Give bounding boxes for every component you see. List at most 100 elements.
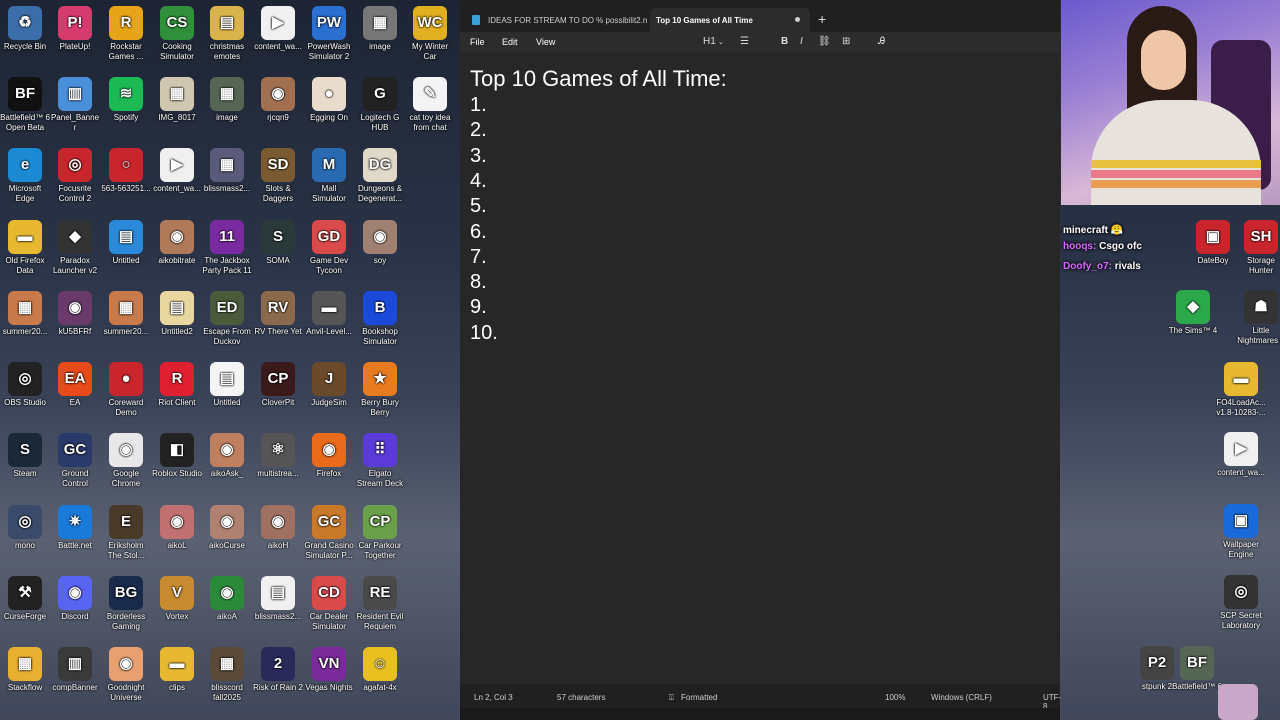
desktop-icon[interactable]: ▥ compBanner <box>50 647 100 693</box>
desktop-icon[interactable]: ◉ soy <box>355 220 405 266</box>
chevron-down-icon[interactable]: ⌄ <box>718 38 724 46</box>
desktop-icon[interactable]: ▣ DateBoy <box>1188 220 1238 266</box>
desktop-icon[interactable]: M Mall Simulator <box>304 148 354 204</box>
desktop-icon[interactable]: ○ 563-563251... <box>101 148 151 194</box>
desktop-icon[interactable]: GD Game Dev Tycoon <box>304 220 354 276</box>
desktop-icon[interactable]: ☗ Little Nightmares II <box>1236 290 1280 346</box>
desktop-icon[interactable]: ◧ Roblox Studio <box>152 433 202 479</box>
desktop-icon[interactable]: ▦ summer20... <box>0 291 50 337</box>
tab-top10[interactable]: Top 10 Games of All Time <box>650 8 810 32</box>
desktop-icon[interactable]: SH Storage Hunter <box>1236 220 1280 276</box>
desktop-icon[interactable]: ▤ Untitled2 <box>152 291 202 337</box>
desktop-icon[interactable]: ◉ aikoA <box>202 576 252 622</box>
desktop-icon[interactable]: ▦ summer20... <box>101 291 151 337</box>
desktop-icon[interactable]: CP Car Parkour Together <box>355 505 405 561</box>
desktop-icon[interactable]: ▶ content_wa... <box>253 6 303 52</box>
heading-dropdown[interactable]: H1 <box>703 36 716 47</box>
desktop-icon[interactable]: ◎ OBS Studio <box>0 362 50 408</box>
desktop-icon[interactable]: SD Slots & Daggers <box>253 148 303 204</box>
desktop-icon[interactable]: ☺ agafat-4x <box>355 647 405 693</box>
desktop-icon[interactable]: e Microsoft Edge <box>0 148 50 204</box>
desktop-icon[interactable]: ◉ Discord <box>50 576 100 622</box>
desktop-icon[interactable]: PW PowerWash Simulator 2 <box>304 6 354 62</box>
menu-view[interactable]: View <box>536 37 555 47</box>
desktop-icon[interactable]: ◉ aikoH <box>253 505 303 551</box>
desktop-icon[interactable]: ≋ Spotify <box>101 77 151 123</box>
link-icon[interactable]: ⛓ <box>818 36 831 47</box>
editor-area[interactable]: Top 10 Games of All Time: 1. 2. 3. 4. 5. 6. 7.… <box>460 52 1060 684</box>
desktop-icon[interactable]: J JudgeSim <box>304 362 354 408</box>
table-icon[interactable]: ⊞ <box>842 36 850 47</box>
desktop-icon[interactable]: ⠿ Elgato Stream Deck <box>355 433 405 489</box>
desktop-icon[interactable]: ▦ IMG_8017 <box>152 77 202 123</box>
desktop-icon[interactable]: ◉ aikobitrate <box>152 220 202 266</box>
italic-button[interactable]: I <box>800 36 803 47</box>
desktop-icon[interactable]: CP CloverPit <box>253 362 303 408</box>
desktop-icon[interactable]: ◉ aikoAsk_ <box>202 433 252 479</box>
desktop-icon[interactable]: ▬ Old Firefox Data <box>0 220 50 276</box>
desktop-icon[interactable]: ✷ Battle.net <box>50 505 100 551</box>
desktop-icon[interactable]: R Riot Client <box>152 362 202 408</box>
desktop-icon[interactable]: ⚒ CurseForge <box>0 576 50 622</box>
desktop-icon[interactable]: ● Coreward Demo <box>101 362 151 418</box>
desktop-icon[interactable]: DG Dungeons & Degenerat... <box>355 148 405 204</box>
desktop-icon[interactable]: B Bookshop Simulator <box>355 291 405 347</box>
desktop-icon[interactable]: ◉ Firefox <box>304 433 354 479</box>
desktop-icon[interactable]: GC Grand Casino Simulator P... <box>304 505 354 561</box>
desktop-icon[interactable]: ◎ mono <box>0 505 50 551</box>
desktop-icon[interactable]: BF Battlefield™ 6 Open Beta <box>0 77 50 133</box>
clear-format-icon[interactable]: Ꭿ <box>878 36 885 47</box>
desktop-icon[interactable]: ▤ christmas emotes <box>202 6 252 62</box>
unsaved-dot-icon[interactable] <box>795 17 800 22</box>
desktop-icon[interactable]: RV RV There Yet <box>253 291 303 337</box>
desktop-icon[interactable]: ◉ rjcqn9 <box>253 77 303 123</box>
desktop-icon[interactable]: ◎ Focusrite Control 2 <box>50 148 100 204</box>
desktop-icon[interactable]: ▤ Untitled <box>101 220 151 266</box>
desktop-icon[interactable]: CD Car Dealer Simulator <box>304 576 354 632</box>
desktop-icon[interactable]: ⚛ multistrea... <box>253 433 303 479</box>
desktop-icon[interactable]: E Eriksholm The Stol... <box>101 505 151 561</box>
desktop-icon[interactable]: ◆ Paradox Launcher v2 <box>50 220 100 276</box>
desktop-icon[interactable]: ▤ Untitled <box>202 362 252 408</box>
line-ending[interactable]: Windows (CRLF) <box>931 693 992 702</box>
desktop-icon[interactable]: BF Battlefield™ 6 <box>1172 646 1222 692</box>
new-tab-button[interactable]: + <box>818 12 826 26</box>
desktop-icon[interactable]: ED Escape From Duckov <box>202 291 252 347</box>
desktop-icon[interactable]: ▥ Panel_Banner <box>50 77 100 133</box>
desktop-icon[interactable]: ▦ blisscord fall2025 <box>202 647 252 703</box>
desktop-icon[interactable]: ◆ The Sims™ 4 <box>1168 290 1218 336</box>
desktop-icon[interactable]: CS Cooking Simulator <box>152 6 202 62</box>
desktop-icon[interactable]: ▦ image <box>202 77 252 123</box>
zoom-level[interactable]: 100% <box>885 693 905 702</box>
desktop-icon[interactable]: ◉ aikoCurse <box>202 505 252 551</box>
desktop-icon[interactable]: ● Egging On <box>304 77 354 123</box>
desktop-icon[interactable]: P! PlateUp! <box>50 6 100 52</box>
desktop-icon[interactable]: VN Vegas Nights <box>304 647 354 693</box>
desktop-icon[interactable]: ◉ kU5BFRf <box>50 291 100 337</box>
menu-edit[interactable]: Edit <box>502 37 518 47</box>
menu-file[interactable]: File <box>470 37 485 47</box>
desktop-icon[interactable]: ♻ Recycle Bin <box>0 6 50 52</box>
desktop-icon[interactable]: ▶ content_wa... <box>1216 432 1266 478</box>
desktop-icon[interactable]: V Vortex <box>152 576 202 622</box>
desktop-icon[interactable]: WC My Winter Car <box>405 6 455 62</box>
list-icon[interactable]: ☰ <box>740 36 749 47</box>
desktop-icon[interactable]: ★ Berry Bury Berry <box>355 362 405 418</box>
desktop-icon[interactable]: G Logitech G HUB <box>355 77 405 133</box>
desktop-icon[interactable]: ▦ image <box>355 6 405 52</box>
bold-button[interactable]: B <box>781 36 788 47</box>
desktop-icon[interactable]: ▬ FO4LoadAc... v1.8-10283-... <box>1216 362 1266 418</box>
desktop-icon[interactable]: ◎ SCP Secret Laboratory <box>1216 575 1266 631</box>
desktop-icon[interactable]: S SOMA <box>253 220 303 266</box>
desktop-icon[interactable]: ◉ Goodnight Universe <box>101 647 151 703</box>
desktop-icon[interactable]: EA EA <box>50 362 100 408</box>
desktop-icon[interactable]: RE Resident Evil Requiem <box>355 576 405 632</box>
desktop-icon[interactable]: ✎ cat toy idea from chat <box>405 77 455 133</box>
desktop-icon[interactable]: ▬ Anvil-Level... <box>304 291 354 337</box>
desktop-icon[interactable]: S Steam <box>0 433 50 479</box>
tab-ideas[interactable]: IDEAS FOR STREAM TO DO % possibilit2.n <box>466 8 652 32</box>
desktop-icon[interactable]: 11 The Jackbox Party Pack 11 <box>202 220 252 276</box>
desktop-icon[interactable]: ◉ aikoL <box>152 505 202 551</box>
desktop-icon[interactable]: ▶ content_wa... <box>152 148 202 194</box>
desktop-icon[interactable]: GC Ground Control <box>50 433 100 489</box>
